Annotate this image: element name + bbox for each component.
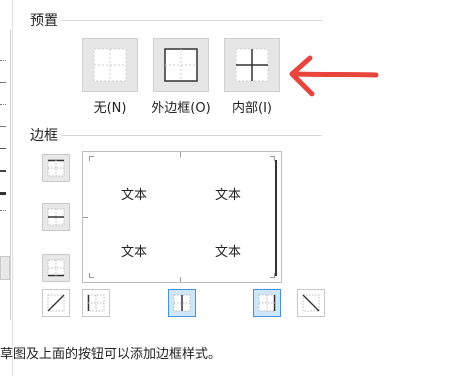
presets-title: 预置 <box>30 13 58 29</box>
border-preview[interactable]: 文本 文本 文本 文本 <box>82 151 282 283</box>
preview-cell-text: 文本 <box>121 188 148 203</box>
border-middle-horizontal-button[interactable] <box>42 203 70 231</box>
line-style-sample[interactable] <box>0 148 6 149</box>
line-style-sample[interactable] <box>0 82 6 84</box>
border-top-button[interactable] <box>42 154 70 182</box>
border-title: 边框 <box>30 128 58 144</box>
line-style-sample[interactable] <box>0 126 6 128</box>
line-style-sample[interactable] <box>0 210 6 212</box>
line-style-sample[interactable] <box>0 60 6 62</box>
preset-outline-label: 外边框(O) <box>151 101 211 116</box>
line-style-sample[interactable] <box>0 104 6 106</box>
border-right-button[interactable] <box>253 289 281 317</box>
border-inside-icon <box>235 48 269 82</box>
color-dropdown-edge[interactable] <box>0 256 10 280</box>
border-top-icon <box>47 159 65 177</box>
preset-inside-button[interactable] <box>224 38 280 92</box>
presets-divider <box>62 20 322 21</box>
corner-mark <box>89 273 94 278</box>
border-outline-icon <box>164 48 198 82</box>
border-divider <box>62 135 322 136</box>
border-none-icon <box>93 48 127 82</box>
border-bottom-button[interactable] <box>42 254 70 282</box>
line-style-sample[interactable] <box>0 170 6 172</box>
preview-right-border <box>275 160 277 276</box>
annotation-arrow-icon <box>289 55 379 97</box>
border-middle-vertical-icon <box>173 294 191 312</box>
hint-text: 草图及上面的按钮可以添加边框样式。 <box>0 347 222 362</box>
diagonal-down-button[interactable] <box>297 289 325 317</box>
line-style-panel-edge <box>0 30 11 320</box>
border-left-icon <box>87 294 105 312</box>
diagonal-up-button[interactable] <box>42 289 70 317</box>
panel-edge-line <box>12 0 13 376</box>
border-left-button[interactable] <box>82 289 110 317</box>
corner-mark <box>89 156 94 161</box>
preview-cell-text: 文本 <box>215 245 242 260</box>
preset-none-button[interactable] <box>82 38 138 92</box>
middle-tick-top <box>180 152 181 157</box>
border-middle-vertical-button[interactable] <box>168 289 196 317</box>
diagonal-up-icon <box>47 294 65 312</box>
line-style-sample[interactable] <box>0 192 6 195</box>
preset-none-label: 无(N) <box>93 101 127 116</box>
middle-tick-bottom <box>180 277 181 282</box>
border-bottom-icon <box>47 259 65 277</box>
preview-cell-text: 文本 <box>121 245 148 260</box>
diagonal-down-icon <box>302 294 320 312</box>
preset-outline-button[interactable] <box>153 38 209 92</box>
middle-tick-left <box>83 217 88 218</box>
preset-inside-label: 内部(I) <box>232 101 272 116</box>
border-right-icon <box>258 294 276 312</box>
border-middle-horizontal-icon <box>47 208 65 226</box>
preview-cell-text: 文本 <box>215 188 242 203</box>
